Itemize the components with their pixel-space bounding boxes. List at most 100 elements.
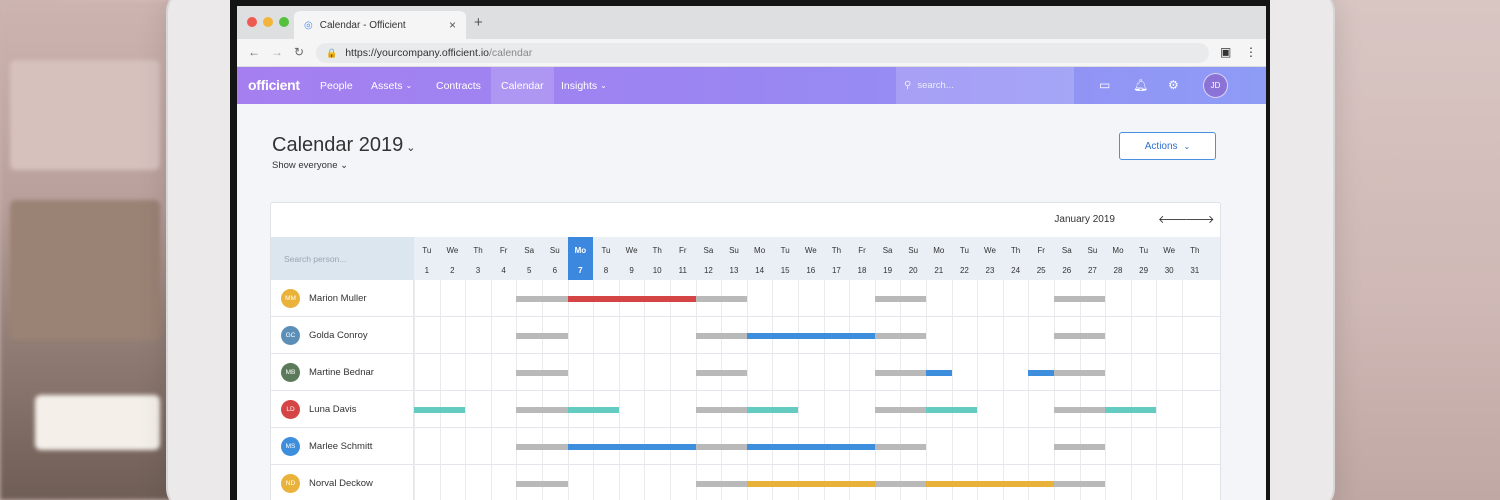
event-bar-weekend[interactable] [1054, 444, 1106, 450]
search-person-input[interactable]: Search person... [271, 237, 414, 280]
day-header-20: Su 20 [900, 237, 926, 280]
event-bar-leave[interactable] [926, 370, 952, 376]
bell-icon[interactable]: 🔔︎ [1133, 78, 1148, 92]
close-tab-icon[interactable]: × [449, 18, 456, 32]
background-left [0, 0, 175, 500]
event-bar-leave[interactable] [746, 444, 875, 450]
event-bar-weekend[interactable] [1054, 407, 1106, 413]
nav-calendar[interactable]: Calendar [491, 67, 554, 104]
person-row[interactable]: MB Martine Bednar [271, 354, 1220, 391]
user-avatar[interactable]: JD [1203, 73, 1228, 98]
event-bar-training[interactable] [1105, 407, 1157, 413]
grid-line [490, 391, 492, 428]
weekday-label: Su [1087, 246, 1098, 255]
event-bar-training[interactable] [414, 407, 466, 413]
event-bar-weekend[interactable] [695, 481, 747, 487]
day-header-8: Tu 8 [593, 237, 619, 280]
grid-line [772, 280, 774, 317]
event-bar-weekend[interactable] [695, 370, 747, 376]
event-bar-weekend[interactable] [695, 444, 747, 450]
event-bar-weekend[interactable] [695, 296, 747, 302]
forward-icon[interactable]: → [271, 45, 283, 59]
event-bar-weekend[interactable] [874, 296, 926, 302]
grid-line [439, 465, 441, 500]
gear-icon[interactable]: ⚙ [1168, 78, 1179, 92]
grid-line [414, 317, 415, 354]
url-input[interactable]: 🔒 https://yourcompany.officient.io/calen… [316, 43, 1209, 63]
clipboard-icon[interactable]: ▣ [1220, 45, 1231, 59]
event-bar-weekend[interactable] [874, 481, 926, 487]
weekday-label: Fr [1037, 246, 1045, 255]
event-bar-weekend[interactable] [695, 407, 747, 413]
event-bar-weekend[interactable] [516, 370, 568, 376]
event-bar-weekend[interactable] [516, 296, 568, 302]
person-cell[interactable]: LD Luna Davis [271, 391, 414, 428]
event-bar-weekend[interactable] [874, 333, 926, 339]
event-bar-training[interactable] [567, 407, 619, 413]
new-tab-icon[interactable]: + [474, 14, 483, 31]
event-bar-weekend[interactable] [516, 444, 568, 450]
grid-line [567, 354, 569, 391]
nav-assets[interactable]: Assets ⌄ [361, 67, 422, 104]
maximize-window-icon[interactable] [279, 17, 289, 27]
event-bar-remote[interactable] [746, 481, 875, 487]
grid-line [1028, 391, 1030, 428]
person-cell[interactable]: MM Marion Muller [271, 280, 414, 317]
event-bar-weekend[interactable] [874, 444, 926, 450]
show-everyone-filter[interactable]: Show everyone ⌄ [272, 160, 348, 171]
grid-line [439, 428, 441, 465]
event-bar-leave[interactable] [1028, 370, 1054, 376]
tab-title: Calendar - Officient [319, 19, 406, 31]
event-bar-weekend[interactable] [1054, 296, 1106, 302]
grid-line [439, 317, 441, 354]
favicon-icon: ◎ [304, 19, 313, 31]
person-cell[interactable]: MB Martine Bednar [271, 354, 414, 391]
next-month-icon[interactable]: 🡒 [1185, 212, 1215, 226]
event-bar-remote[interactable] [926, 481, 1054, 487]
event-bar-weekend[interactable] [1054, 481, 1106, 487]
event-bar-training[interactable] [746, 407, 798, 413]
event-bar-weekend[interactable] [695, 333, 747, 339]
event-bar-weekend[interactable] [1054, 370, 1106, 376]
event-bar-leave[interactable] [567, 444, 696, 450]
grid-line [465, 391, 467, 428]
prev-month-icon[interactable]: 🡐 [1158, 212, 1188, 226]
person-cell[interactable]: ND Norval Deckow [271, 465, 414, 500]
actions-button[interactable]: Actions ⌄ [1119, 132, 1216, 160]
nav-contracts[interactable]: Contracts [426, 67, 491, 104]
reload-icon[interactable]: ↻ [294, 45, 304, 59]
person-row[interactable]: MM Marion Muller [271, 280, 1220, 317]
event-bar-training[interactable] [926, 407, 978, 413]
person-row[interactable]: MS Marlee Schmitt [271, 428, 1220, 465]
grid-line [1028, 280, 1030, 317]
person-row[interactable]: GC Golda Conroy [271, 317, 1220, 354]
event-bar-weekend[interactable] [874, 407, 926, 413]
officient-logo[interactable]: officient [248, 77, 300, 93]
weekday-label: Tu [780, 246, 790, 255]
minimize-window-icon[interactable] [263, 17, 273, 27]
nav-insights[interactable]: Insights ⌄ [551, 67, 617, 104]
person-row[interactable]: LD Luna Davis [271, 391, 1220, 428]
person-row[interactable]: ND Norval Deckow [271, 465, 1220, 500]
event-bar-weekend[interactable] [874, 370, 926, 376]
browser-tab[interactable]: ◎ Calendar - Officient × [294, 11, 466, 39]
grid-line [1002, 428, 1004, 465]
person-cell[interactable]: MS Marlee Schmitt [271, 428, 414, 465]
event-bar-weekend[interactable] [516, 333, 568, 339]
back-icon[interactable]: ← [248, 45, 260, 59]
search-input[interactable]: ⚲ search... [896, 67, 1074, 104]
event-bar-weekend[interactable] [1054, 333, 1106, 339]
more-menu-icon[interactable]: ⋮ [1245, 45, 1257, 59]
close-window-icon[interactable] [247, 17, 257, 27]
weekday-label: Tu [601, 246, 611, 255]
nav-people[interactable]: People [310, 67, 363, 104]
event-bar-leave[interactable] [746, 333, 875, 339]
event-bar-weekend[interactable] [516, 481, 568, 487]
inbox-icon[interactable]: ▭ [1099, 78, 1110, 92]
event-bar-holiday[interactable] [567, 296, 696, 302]
day-number: 7 [578, 266, 583, 275]
person-cell[interactable]: GC Golda Conroy [271, 317, 414, 354]
grid-line [1105, 280, 1107, 317]
event-bar-weekend[interactable] [516, 407, 568, 413]
page-title[interactable]: Calendar 2019 ⌄ [272, 134, 416, 157]
